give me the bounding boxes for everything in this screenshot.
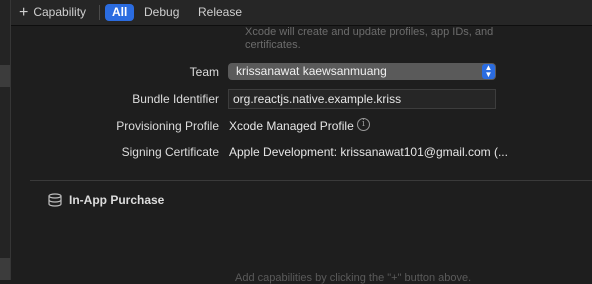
tab-debug[interactable]: Debug	[137, 4, 186, 21]
plus-icon: +	[19, 4, 29, 21]
toolbar-divider	[99, 5, 100, 20]
signing-certificate-label: Signing Certificate	[121, 145, 219, 159]
updown-chevron-icon: ▲ ▼	[482, 64, 495, 79]
provisioning-profile-value: Xcode Managed Profile	[229, 119, 354, 133]
bundle-identifier-field[interactable]: org.reactjs.native.example.kriss	[228, 89, 496, 109]
in-app-purchase-title[interactable]: In-App Purchase	[69, 193, 164, 207]
navigator-edge	[0, 0, 11, 280]
add-capabilities-hint: Add capabilities by clicking the "+" but…	[235, 272, 472, 284]
bundle-identifier-label: Bundle Identifier	[132, 92, 219, 106]
section-divider	[30, 180, 592, 181]
tab-all[interactable]: All	[105, 4, 135, 21]
capabilities-toolbar: + Capability All Debug Release	[11, 0, 592, 26]
provisioning-profile-label: Provisioning Profile	[116, 119, 219, 133]
team-label: Team	[189, 65, 219, 79]
bundle-identifier-value: org.reactjs.native.example.kriss	[233, 92, 402, 106]
navigator-item[interactable]	[0, 258, 10, 280]
hint-line-2: certificates.	[245, 39, 301, 51]
signing-certificate-value: Apple Development: krissanawat101@gmail.…	[229, 145, 508, 159]
tab-release[interactable]: Release	[191, 4, 249, 21]
team-value: krissanawat kaewsanmuang	[236, 64, 387, 78]
automatic-signing-hint: Xcode will create and update profiles, a…	[245, 26, 545, 52]
add-capability-label: Capability	[33, 5, 87, 19]
team-select[interactable]: krissanawat kaewsanmuang ▲ ▼	[228, 63, 496, 80]
hint-line-1: Xcode will create and update profiles, a…	[245, 26, 494, 38]
database-icon	[48, 193, 62, 207]
navigator-selected-item[interactable]	[0, 65, 10, 87]
add-capability-button[interactable]: + Capability	[19, 4, 86, 21]
info-icon[interactable]: i	[357, 118, 370, 131]
